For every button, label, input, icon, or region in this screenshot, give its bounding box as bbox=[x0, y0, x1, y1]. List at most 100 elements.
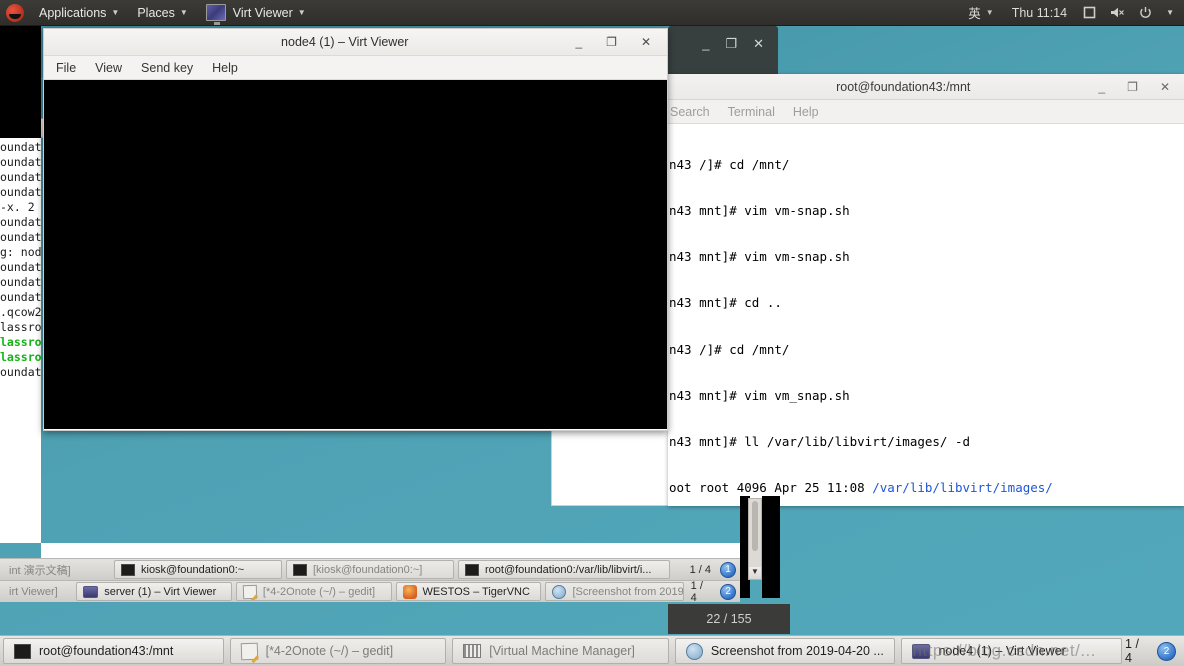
page-counter-label: 22 / 155 bbox=[706, 612, 752, 626]
workspace-count: 1 / 4 bbox=[689, 563, 711, 576]
volume-muted-icon[interactable] bbox=[1110, 6, 1125, 19]
inner-scrollbar[interactable]: ▼ bbox=[748, 498, 762, 580]
terminal-line: oundat: bbox=[0, 185, 41, 199]
taskbar-item-label: kiosk@foundation0:~ bbox=[141, 563, 245, 576]
menu-search[interactable]: Search bbox=[670, 105, 710, 119]
vnc-icon bbox=[402, 584, 417, 599]
taskbar-button-gedit[interactable]: [*4-2Onote (~/) – gedit] bbox=[229, 638, 447, 664]
applications-label: Applications bbox=[39, 5, 107, 20]
taskbar-button-screenshot[interactable]: Screenshot from 2019-04-20 ... bbox=[674, 638, 896, 664]
terminal-line: lassro bbox=[0, 335, 41, 349]
list-item[interactable]: irt Viewer] bbox=[2, 582, 72, 601]
taskbar-button-virt-viewer[interactable]: node4 (1) – Virt Viewer bbox=[901, 638, 1123, 664]
terminal-line: oundat: bbox=[0, 170, 41, 184]
menu-file[interactable]: File bbox=[56, 61, 76, 75]
terminal-titlebar[interactable]: root@foundation43:/mnt _ ❐ ✕ bbox=[668, 74, 1184, 100]
chevron-down-icon[interactable]: ▼ bbox=[1166, 8, 1174, 17]
taskbar-item-label: irt Viewer] bbox=[9, 585, 58, 598]
terminal-line-text: oot root 4096 Apr 25 11:08 bbox=[669, 480, 873, 496]
terminal-line: n43 mnt]# vim vm-snap.sh bbox=[669, 203, 850, 219]
list-item[interactable]: [kiosk@foundation0:~] bbox=[286, 560, 454, 579]
menu-applications[interactable]: Applications ▼ bbox=[30, 0, 128, 26]
minimize-button[interactable]: _ bbox=[702, 36, 709, 52]
terminal-icon bbox=[293, 563, 307, 576]
menu-help[interactable]: Help bbox=[212, 61, 238, 75]
terminal-line: -x. 2 bbox=[0, 200, 35, 214]
list-item[interactable]: int 演示文稿] bbox=[2, 560, 110, 579]
minimize-button[interactable]: _ bbox=[1098, 80, 1105, 94]
clock[interactable]: Thu 11:14 bbox=[1003, 0, 1076, 26]
redhat-logo-icon bbox=[6, 3, 24, 22]
taskbar-item-label: Screenshot from 2019-04-20 ... bbox=[710, 644, 884, 658]
taskbar-item-label: WESTOS – TigerVNC bbox=[422, 585, 530, 598]
background-terminal-left[interactable]: oundat oundat: oundat: oundat: -x. 2 oun… bbox=[0, 138, 41, 543]
terminal-line: oot root 4096 Apr 25 11:08 /var/lib/libv… bbox=[668, 480, 1184, 495]
menu-view[interactable]: View bbox=[95, 61, 122, 75]
terminal-line: oundat bbox=[0, 140, 41, 154]
minimize-button[interactable]: _ bbox=[575, 35, 582, 49]
menu-terminal[interactable]: Terminal bbox=[728, 105, 775, 119]
input-method-indicator[interactable]: 英 ▼ bbox=[959, 0, 1002, 26]
terminal-line: oundat: bbox=[0, 215, 41, 229]
taskbar-item-label: [*4-2Onote (~/) – gedit] bbox=[265, 644, 394, 658]
terminal-line: oundat: bbox=[0, 275, 41, 289]
scrollbar-thumb[interactable] bbox=[752, 501, 758, 551]
terminal-icon bbox=[14, 643, 31, 659]
inner-taskbar-row2: irt Viewer] server (1) – Virt Viewer [*4… bbox=[0, 579, 740, 604]
workspace-count: 1 / 4 bbox=[1125, 637, 1139, 665]
desktop-screen: Applications ▼ Places ▼ Virt Viewer ▼ 英 … bbox=[0, 0, 1184, 666]
gedit-icon bbox=[240, 642, 258, 660]
chevron-down-icon: ▼ bbox=[985, 8, 994, 17]
maximize-button[interactable]: ❐ bbox=[606, 35, 617, 49]
terminal-icon bbox=[121, 563, 135, 576]
terminal-line: g: nod bbox=[0, 245, 41, 259]
close-button[interactable]: ✕ bbox=[1160, 80, 1170, 94]
menu-send-key[interactable]: Send key bbox=[141, 61, 193, 75]
taskbar-button-terminal[interactable]: root@foundation43:/mnt bbox=[3, 638, 224, 664]
places-label: Places bbox=[137, 5, 175, 20]
scroll-down-icon[interactable]: ▼ bbox=[749, 567, 761, 579]
terminal-line: oundat: bbox=[0, 260, 41, 274]
terminal-line: oundat: bbox=[0, 365, 41, 379]
terminal-menubar: Search Terminal Help bbox=[668, 100, 1184, 124]
screenshot-icon bbox=[552, 584, 567, 599]
virt-viewer-window: node4 (1) – Virt Viewer _ ❐ ✕ File View … bbox=[43, 28, 668, 431]
taskbar-item-label: root@foundation43:/mnt bbox=[39, 644, 174, 658]
pager-indicator[interactable]: 2 bbox=[720, 583, 736, 600]
list-item[interactable]: kiosk@foundation0:~ bbox=[114, 560, 282, 579]
list-item[interactable]: WESTOS – TigerVNC bbox=[395, 582, 542, 601]
taskbar-item-label: [*4-2Onote (~/) – gedit] bbox=[262, 585, 376, 598]
maximize-button[interactable]: ❐ bbox=[725, 36, 737, 52]
maximize-button[interactable]: ❐ bbox=[1127, 80, 1138, 94]
menu-help[interactable]: Help bbox=[793, 105, 819, 119]
close-button[interactable]: ✕ bbox=[753, 36, 764, 52]
close-button[interactable]: ✕ bbox=[641, 35, 651, 49]
taskbar-button-vmm[interactable]: [Virtual Machine Manager] bbox=[452, 638, 669, 664]
workspace-count: 1 / 4 bbox=[690, 579, 703, 604]
pager-indicator[interactable]: 2 bbox=[1157, 641, 1176, 661]
terminal-output[interactable]: n43 /]# cd /mnt/ n43 mnt]# vim vm-snap.s… bbox=[668, 124, 1184, 506]
list-item[interactable]: [*4-2Onote (~/) – gedit] bbox=[235, 582, 392, 601]
terminal-line: n43 mnt]# vim vm_snap.sh bbox=[669, 387, 850, 403]
list-item[interactable]: server (1) – Virt Viewer bbox=[76, 582, 232, 601]
input-method-label: 英 bbox=[968, 7, 981, 21]
active-app-menu[interactable]: Virt Viewer ▼ bbox=[197, 0, 315, 26]
terminal-line: lassro bbox=[0, 320, 41, 334]
terminal-title: root@foundation43:/mnt bbox=[836, 79, 971, 94]
taskbar-item-label: [Screenshot from 2019-04-20 ... bbox=[572, 585, 684, 598]
display-icon[interactable] bbox=[1083, 6, 1096, 19]
terminal-path-link: /var/lib/libvirt/images/ bbox=[872, 480, 1053, 496]
taskbar-item-label: [kiosk@foundation0:~] bbox=[313, 563, 423, 576]
chevron-down-icon: ▼ bbox=[179, 8, 188, 17]
list-item[interactable]: [Screenshot from 2019-04-20 ... bbox=[545, 582, 684, 601]
menu-places[interactable]: Places ▼ bbox=[128, 0, 196, 26]
chevron-down-icon: ▼ bbox=[111, 8, 120, 17]
list-item[interactable]: root@foundation0:/var/lib/libvirt/i... bbox=[458, 560, 670, 579]
guest-display-area[interactable] bbox=[44, 80, 667, 429]
power-icon[interactable] bbox=[1139, 6, 1152, 19]
taskbar-item-label: root@foundation0:/var/lib/libvirt/i... bbox=[485, 563, 652, 576]
pager-indicator[interactable]: 1 bbox=[720, 561, 736, 578]
virt-viewer-titlebar[interactable]: node4 (1) – Virt Viewer _ ❐ ✕ bbox=[44, 29, 667, 56]
active-app-label: Virt Viewer bbox=[232, 5, 293, 20]
monitor-icon bbox=[83, 585, 99, 598]
